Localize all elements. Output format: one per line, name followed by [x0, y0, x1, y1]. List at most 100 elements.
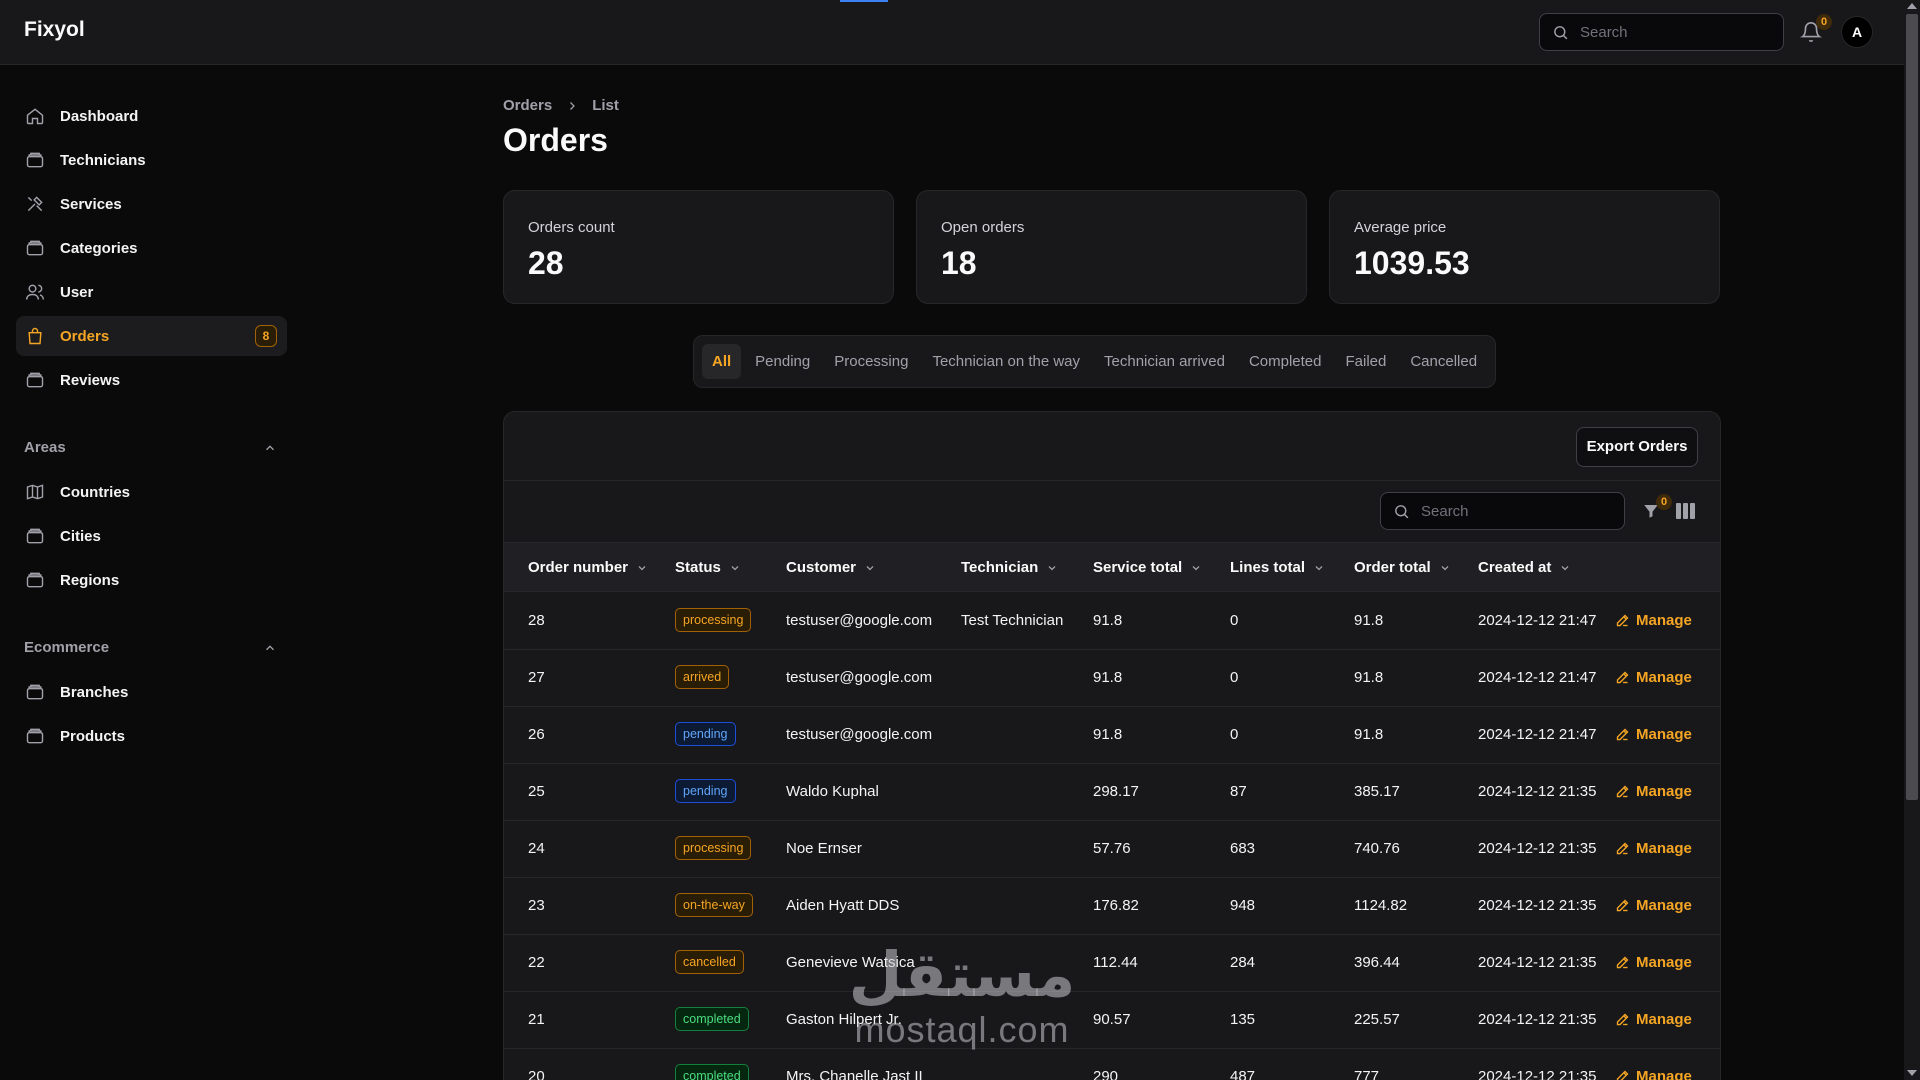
- stat-value: 18: [941, 245, 977, 281]
- sidebar-item-technicians[interactable]: Technicians: [16, 140, 287, 180]
- tools-icon: [24, 193, 46, 215]
- loading-indicator: [840, 0, 888, 2]
- tab-technician-on-the-way[interactable]: Technician on the way: [922, 344, 1090, 379]
- column-status[interactable]: Status: [675, 559, 741, 576]
- manage-button[interactable]: Manage: [1615, 669, 1692, 686]
- scroll-down-arrow[interactable]: [1907, 1070, 1917, 1076]
- column-technician[interactable]: Technician: [961, 559, 1058, 576]
- manage-label: Manage: [1636, 669, 1692, 686]
- table-row[interactable]: 25 Waldo Kuphal 298.17 87 385.17 2024-12-12 2…: [504, 764, 1720, 821]
- column-created-at[interactable]: Created at: [1478, 559, 1571, 576]
- sidebar-item-user[interactable]: User: [16, 272, 287, 312]
- edit-icon: [1616, 956, 1629, 969]
- customer-cell: Genevieve Watsica: [786, 954, 915, 971]
- table-search-input[interactable]: [1421, 493, 1616, 529]
- scrollbar-thumb[interactable]: [1906, 14, 1918, 800]
- tab-pending[interactable]: Pending: [745, 344, 820, 379]
- lines-total-cell: 87: [1230, 783, 1247, 800]
- column-order-total[interactable]: Order total: [1354, 559, 1451, 576]
- lines-total-cell: 284: [1230, 954, 1256, 971]
- sidebar-item-label: User: [60, 283, 94, 301]
- sidebar-item-services[interactable]: Services: [16, 184, 287, 224]
- breadcrumb: Orders List: [503, 97, 619, 114]
- sidebar-item-label: Products: [60, 727, 126, 745]
- sidebar-item-regions[interactable]: Regions: [16, 560, 287, 600]
- lines-total-cell: 683: [1230, 840, 1256, 857]
- order-number-cell: 21: [528, 1011, 545, 1028]
- manage-button[interactable]: Manage: [1615, 1011, 1692, 1028]
- edit-icon: [1616, 842, 1629, 855]
- table-row[interactable]: 27 testuser@google.com 91.8 0 91.8 2024-12-12…: [504, 650, 1720, 707]
- scroll-up-arrow[interactable]: [1907, 3, 1917, 9]
- status-badge: completed: [675, 1007, 749, 1031]
- tab-all[interactable]: All: [702, 344, 742, 379]
- tab-cancelled[interactable]: Cancelled: [1400, 344, 1487, 379]
- manage-button[interactable]: Manage: [1615, 1068, 1692, 1080]
- tab-technician-arrived[interactable]: Technician arrived: [1094, 344, 1235, 379]
- manage-button[interactable]: Manage: [1615, 954, 1692, 971]
- service-total-cell: 91.8: [1093, 726, 1123, 743]
- tab-completed[interactable]: Completed: [1239, 344, 1332, 379]
- table-row[interactable]: 24 Noe Ernser 57.76 683 740.76 2024-12-12 21:…: [504, 821, 1720, 878]
- order-total-cell: 1124.82: [1354, 897, 1408, 914]
- global-search-input[interactable]: [1580, 14, 1775, 50]
- brand-logo[interactable]: Fixyol: [24, 18, 85, 42]
- lines-total-cell: 0: [1230, 726, 1239, 743]
- order-total-cell: 740.76: [1354, 840, 1400, 857]
- tab-processing[interactable]: Processing: [824, 344, 918, 379]
- stat-label: Average price: [1354, 219, 1447, 236]
- status-badge: pending: [675, 722, 736, 746]
- manage-button[interactable]: Manage: [1615, 612, 1692, 629]
- sidebar-item-categories[interactable]: Categories: [16, 228, 287, 268]
- nav-group-areas[interactable]: Areas: [24, 439, 66, 456]
- chevron-up-icon[interactable]: [263, 441, 277, 455]
- sidebar-item-dashboard[interactable]: Dashboard: [16, 96, 287, 136]
- export-orders-button[interactable]: Export Orders: [1576, 427, 1698, 467]
- filter-count-badge: 0: [1656, 494, 1672, 510]
- sidebar-item-label: Services: [60, 195, 122, 213]
- table-row[interactable]: 20 Mrs. Chanelle Jast II 290 487 777 2024-12-…: [504, 1049, 1720, 1080]
- sidebar-item-reviews[interactable]: Reviews: [16, 360, 287, 400]
- global-search[interactable]: [1539, 13, 1784, 51]
- table-row[interactable]: 26 testuser@google.com 91.8 0 91.8 2024-12-12…: [504, 707, 1720, 764]
- column-customer[interactable]: Customer: [786, 559, 876, 576]
- created-at-cell: 2024-12-12 21:47: [1478, 669, 1597, 686]
- chevron-right-icon: [570, 101, 576, 110]
- manage-button[interactable]: Manage: [1615, 783, 1692, 800]
- order-total-cell: 91.8: [1354, 669, 1384, 686]
- status-badge: completed: [675, 1064, 749, 1080]
- status-badge: pending: [675, 779, 736, 803]
- order-number-cell: 22: [528, 954, 545, 971]
- manage-button[interactable]: Manage: [1615, 897, 1692, 914]
- sidebar-item-branches[interactable]: Branches: [16, 672, 287, 712]
- column-lines-total[interactable]: Lines total: [1230, 559, 1325, 576]
- manage-button[interactable]: Manage: [1615, 726, 1692, 743]
- customer-cell: Noe Ernser: [786, 840, 862, 857]
- table-row[interactable]: 28 testuser@google.com Test Technician 91.8…: [504, 593, 1720, 650]
- manage-label: Manage: [1636, 783, 1692, 800]
- order-total-cell: 225.57: [1354, 1011, 1400, 1028]
- breadcrumb-orders-link[interactable]: Orders: [503, 97, 552, 114]
- sidebar-item-countries[interactable]: Countries: [16, 472, 287, 512]
- columns-icon[interactable]: [1676, 503, 1695, 519]
- table-row[interactable]: 21 Gaston Hilpert Jr. 90.57 135 225.57 2024-1…: [504, 992, 1720, 1049]
- column-service-total[interactable]: Service total: [1093, 559, 1202, 576]
- nav-group-ecommerce[interactable]: Ecommerce: [24, 639, 109, 656]
- column-order-number[interactable]: Order number: [528, 559, 648, 576]
- table-row[interactable]: 23 Aiden Hyatt DDS 176.82 948 1124.82 2024-12…: [504, 878, 1720, 935]
- tab-failed[interactable]: Failed: [1335, 344, 1396, 379]
- table-row[interactable]: 22 Genevieve Watsica 112.44 284 396.44 2024-1…: [504, 935, 1720, 992]
- home-icon: [24, 105, 46, 127]
- chevron-up-icon[interactable]: [263, 641, 277, 655]
- chevron-down-icon: [731, 565, 739, 570]
- manage-button[interactable]: Manage: [1615, 840, 1692, 857]
- order-number-cell: 23: [528, 897, 545, 914]
- folder-icon: [24, 569, 46, 591]
- sidebar-item-products[interactable]: Products: [16, 716, 287, 756]
- status-badge: cancelled: [675, 950, 744, 974]
- table-search[interactable]: [1380, 492, 1625, 530]
- sidebar-item-orders[interactable]: Orders 8: [16, 316, 287, 356]
- avatar[interactable]: A: [1841, 16, 1873, 48]
- sidebar-item-cities[interactable]: Cities: [16, 516, 287, 556]
- column-label: Customer: [786, 559, 857, 576]
